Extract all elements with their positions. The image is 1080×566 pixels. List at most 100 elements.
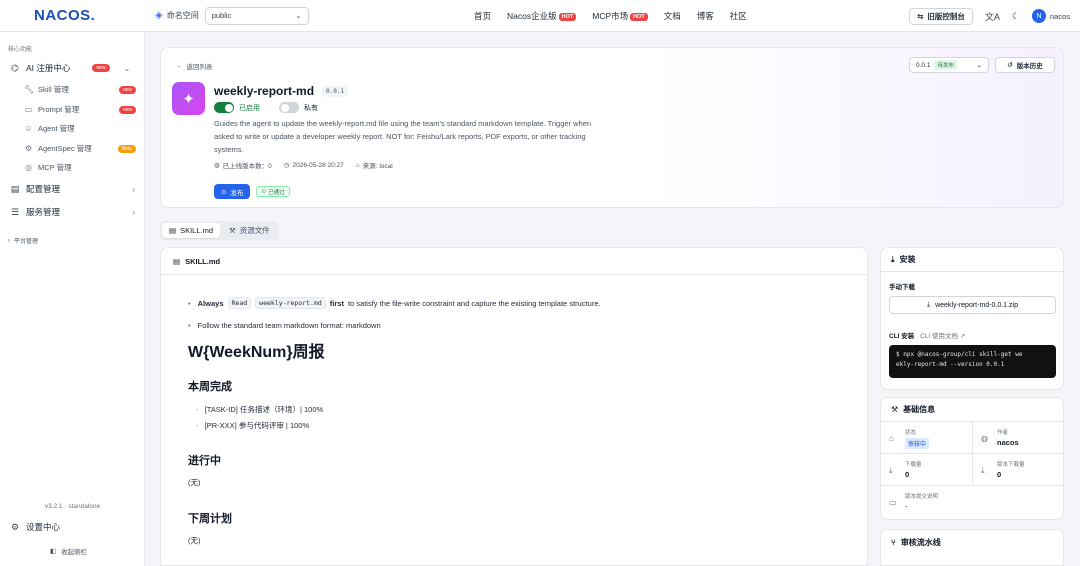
tab-skill-md[interactable]: ▤ SKILL.md xyxy=(162,223,221,238)
markdown-h3: 下周计划 xyxy=(188,513,232,525)
paragraph: (无) xyxy=(188,478,201,487)
sidebar-section-label: 核心功能 xyxy=(8,47,33,53)
commit-note-cell: ▭ 版本提交说明 - xyxy=(889,494,939,511)
download-zip-button[interactable]: ⤓ weekly-report-md-0.0.1.zip xyxy=(889,296,1056,314)
skill-meta: ◍ 已上线版本数：0 ◷ 2026-05-28 20:27 ⌂ 来源: local xyxy=(214,160,393,171)
file-icon: ▤ xyxy=(10,183,20,194)
git-branch-icon: ⑂ xyxy=(891,537,896,547)
new-badge: new xyxy=(118,85,136,94)
passed-badge: ⊙ 已通过 xyxy=(256,186,290,197)
manual-download-label: 手动下载 xyxy=(889,284,915,291)
sidebar-item-platform[interactable]: › 平台管理 xyxy=(8,236,133,246)
username: nacos xyxy=(1049,11,1070,21)
list-item: [PR-XXX] 参与代码评审 | 100% xyxy=(196,420,309,431)
nav-mcp-market[interactable]: MCP市场 HOT xyxy=(592,10,648,22)
skill-description: Guides the agent to update the weekly-re… xyxy=(214,119,592,154)
private-label: 私有 xyxy=(304,104,318,112)
new-badge: new xyxy=(92,64,110,72)
nav-home[interactable]: 首页 xyxy=(474,10,491,22)
arrow-left-icon: ← xyxy=(176,62,183,70)
nav-blog[interactable]: 博客 xyxy=(697,10,714,22)
install-header: ⤓ 安装 xyxy=(881,248,1063,272)
sidebar-item-service[interactable]: ☰ 服务管理 › xyxy=(10,206,135,218)
old-console-button[interactable]: ⇆ 旧版控制台 xyxy=(909,7,973,25)
review-pipeline-card: ⑂ 审核流水线 xyxy=(880,529,1064,566)
layers-icon: ◈ xyxy=(155,10,163,21)
chevron-down-icon: ⌄ xyxy=(123,63,131,73)
download-icon: ⤓ xyxy=(891,254,895,264)
author-cell: ◍ 作者 nacos xyxy=(973,422,1063,454)
skill-md-card: ▤ SKILL.md Always Read weekly-report.md … xyxy=(160,247,868,566)
collapse-sidebar-button[interactable]: ◧ 收起侧栏 xyxy=(50,546,87,556)
download-icon: ⤓ xyxy=(981,466,985,475)
message-icon: ▭ xyxy=(24,105,33,114)
namespace-label: 命名空间 xyxy=(166,11,199,20)
pipeline-header[interactable]: ⑂ 审核流水线 xyxy=(881,530,1063,554)
wrench-icon: 🔧︎ xyxy=(24,85,35,94)
chevron-down-icon: ⌄ xyxy=(976,62,982,69)
skill-header-card: ← 返回列表 ✦ weekly-report-md 0.0.1 已启用 私有 G… xyxy=(160,47,1064,208)
nav-docs[interactable]: 文档 xyxy=(664,10,681,22)
basic-info-card: ⚒ 基础信息 ⌂ 状态 审核中 ◍ 作者 nacos ⤓ 下载量 0 ⤓ 版本下… xyxy=(880,397,1064,520)
globe-icon: ◍ xyxy=(214,162,220,169)
skill-title: weekly-report-md 0.0.1 xyxy=(214,84,349,98)
publish-row: ⊙ 发布 ⊙ 已通过 xyxy=(214,184,290,199)
swap-icon: ⇆ xyxy=(917,11,924,21)
online-versions: ◍ 已上线版本数：0 xyxy=(214,162,272,170)
file-icon: ▤ xyxy=(169,226,177,235)
bot-icon: ☺ xyxy=(24,124,33,133)
list-item: Always Read weekly-report.md first to sa… xyxy=(188,297,601,309)
nav-enterprise[interactable]: Nacos企业版 HOT xyxy=(507,10,577,22)
cli-doc-link[interactable]: CLI 使用文档 ↗ xyxy=(920,333,965,340)
sidebar-item-mcp[interactable]: ◎ MCP 管理 xyxy=(24,162,136,173)
enabled-toggle[interactable] xyxy=(214,102,234,113)
magic-wand-icon: ✦ xyxy=(172,82,205,115)
sidebar-item-skill[interactable]: 🔧︎ Skill 管理 new xyxy=(24,84,136,95)
history-icon: ↺ xyxy=(1007,62,1013,69)
beta-badge: Beta xyxy=(117,144,136,153)
nacos-logo[interactable]: NACOS. xyxy=(0,0,145,32)
status-cell: ⌂ 状态 审核中 xyxy=(881,422,973,454)
message-icon: ▭ xyxy=(889,498,897,507)
version-history-button[interactable]: ↺ 版本历史 xyxy=(995,57,1055,73)
robot-icon: ⌬ xyxy=(11,62,19,73)
top-bar: NACOS. ◈ 命名空间 public ⌄ 首页 Nacos企业版 HOT MC… xyxy=(0,0,1080,32)
tag-icon: ⌂ xyxy=(355,161,360,169)
sidebar-item-settings[interactable]: ⚙ 设置中心 xyxy=(10,521,135,533)
markdown-h3: 本周完成 xyxy=(188,381,232,393)
download-icon: ⤓ xyxy=(927,301,931,308)
sidebar-item-agentspec[interactable]: ⚙ AgentSpec 管理 Beta xyxy=(24,143,136,154)
tag-icon: ⌂ xyxy=(889,434,894,443)
inline-code: Read xyxy=(227,297,252,309)
nav-community[interactable]: 社区 xyxy=(730,10,747,22)
chevron-right-icon: › xyxy=(132,184,135,194)
sidebar-item-config[interactable]: ▤ 配置管理 › xyxy=(10,183,135,195)
clock-icon: ◷ xyxy=(283,162,290,169)
new-badge: new xyxy=(118,105,136,114)
moon-icon[interactable]: ☾ xyxy=(1012,11,1020,22)
skill-toggles: 已启用 私有 xyxy=(214,102,318,113)
cli-command[interactable]: $ npx @nacos-group/cli skill-get we ekly… xyxy=(889,345,1056,378)
back-to-list-link[interactable]: ← 返回列表 xyxy=(176,61,213,72)
sidebar-item-agent[interactable]: ☺ Agent 管理 xyxy=(24,123,136,134)
gear-icon: ⚙ xyxy=(10,521,20,532)
private-toggle[interactable] xyxy=(279,102,299,113)
translate-icon[interactable]: 文A xyxy=(985,10,1000,23)
publish-button[interactable]: ⊙ 发布 xyxy=(214,184,251,199)
chevron-right-icon: › xyxy=(132,207,135,217)
hot-badge: HOT xyxy=(558,13,577,21)
sidebar-item-prompt[interactable]: ▭ Prompt 管理 new xyxy=(24,104,136,115)
check-circle-icon: ⊙ xyxy=(221,188,227,196)
version-downloads-cell: ⤓ 版本下载量 0 xyxy=(973,454,1063,486)
namespace-select[interactable]: public ⌄ xyxy=(204,6,309,25)
markdown-h3: 进行中 xyxy=(188,455,221,467)
version-status-badge: 待发布 xyxy=(934,60,957,70)
version-select[interactable]: 0.0.1 待发布 ⌄ xyxy=(909,57,989,73)
tab-resources[interactable]: ⚒ 资源文件 xyxy=(222,223,277,238)
sidebar-collapse-icon: ◧ xyxy=(50,548,57,555)
check-icon: ⊙ xyxy=(261,188,267,195)
file-header: ▤ SKILL.md xyxy=(161,248,867,275)
avatar[interactable]: N xyxy=(1031,9,1046,23)
sidebar-item-ai-registry[interactable]: ⌬ AI 注册中心 new ⌄ xyxy=(10,62,135,74)
wand-icon: ⚒ xyxy=(229,226,236,235)
